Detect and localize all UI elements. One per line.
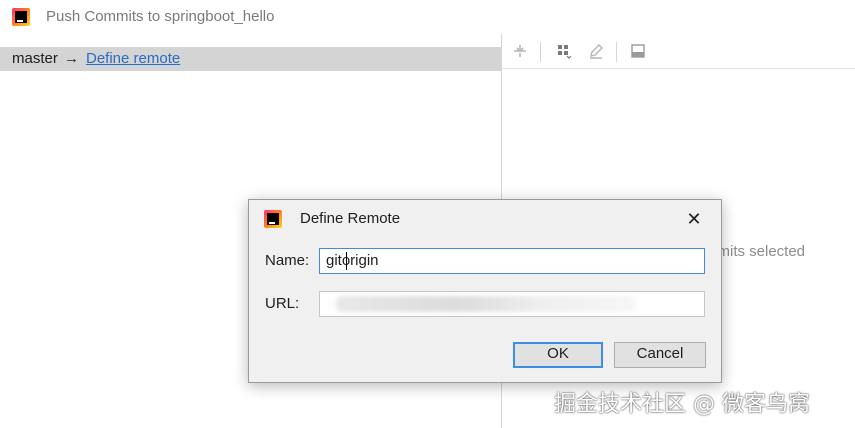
text-caret	[346, 252, 347, 270]
toolbar-bottom-border	[502, 68, 855, 69]
dialog-title: Define Remote	[300, 210, 401, 227]
intellij-idea-icon	[12, 8, 30, 26]
window-title: Push Commits to springboot_hello	[46, 8, 275, 25]
group-by-icon[interactable]	[554, 42, 574, 62]
url-label: URL:	[265, 295, 300, 312]
remote-name-input[interactable]: gitorigin	[319, 248, 705, 274]
remote-url-input[interactable]	[319, 291, 705, 317]
intellij-idea-icon	[264, 210, 282, 228]
remote-name-value: gitorigin	[326, 252, 379, 269]
ok-button[interactable]: OK	[513, 342, 603, 368]
collapse-icon[interactable]	[510, 42, 530, 62]
watermark: 掘金技术社区 @ 微客鸟窝	[554, 392, 810, 417]
close-icon[interactable]: ✕	[683, 208, 705, 230]
cancel-button[interactable]: Cancel	[614, 342, 706, 368]
define-remote-dialog: Define Remote ✕ Name: gitorigin URL: OK …	[248, 199, 722, 383]
redacted-url-blur	[336, 296, 636, 312]
name-label: Name:	[265, 252, 310, 269]
arrow-right-icon: →	[64, 50, 79, 67]
commit-details-toolbar	[502, 36, 855, 68]
branch-name: master	[12, 50, 58, 67]
preview-panel-icon[interactable]	[628, 42, 648, 62]
toolbar-separator	[540, 42, 541, 62]
window-titlebar: Push Commits to springboot_hello	[0, 0, 855, 34]
edit-icon[interactable]	[586, 42, 606, 62]
toolbar-separator	[616, 42, 617, 62]
define-remote-link[interactable]: Define remote	[86, 47, 180, 71]
branch-row[interactable]: master → Define remote	[0, 47, 501, 71]
